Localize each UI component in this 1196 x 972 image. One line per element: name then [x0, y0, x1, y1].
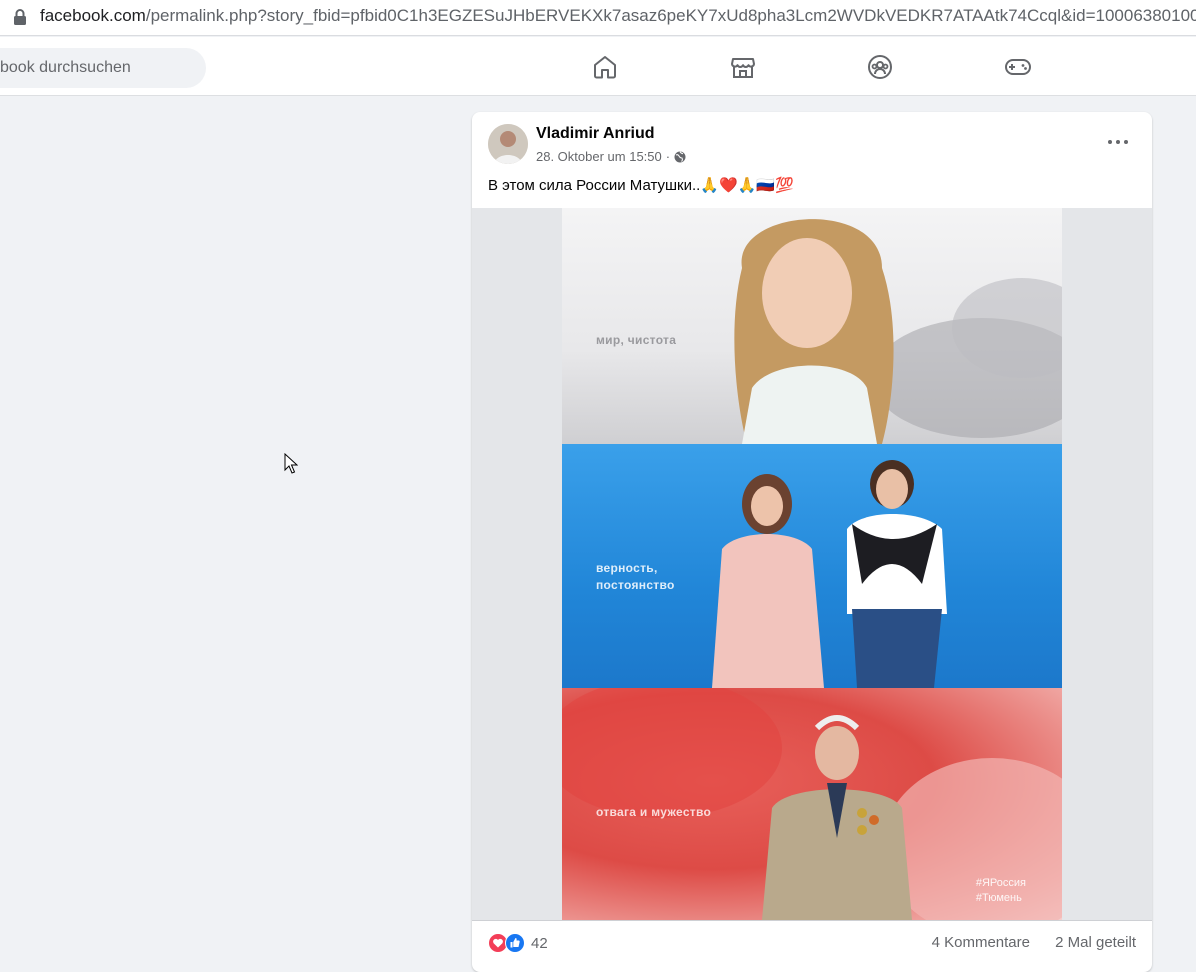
hashtag: #ЯРоссия: [975, 877, 1026, 889]
mouse-cursor-icon: [284, 453, 298, 474]
browser-url-bar[interactable]: facebook.com/permalink.php?story_fbid=pf…: [0, 0, 1196, 36]
url-host: facebook.com: [40, 6, 146, 25]
comments-count[interactable]: 4 Kommentare: [932, 934, 1030, 951]
post-text: В этом сила России Матушки..🙏❤️🙏🇷🇺💯: [488, 177, 794, 194]
home-icon[interactable]: [587, 49, 623, 85]
groups-icon[interactable]: [862, 49, 898, 85]
marketplace-icon[interactable]: [725, 49, 761, 85]
lock-icon: [14, 9, 26, 25]
globe-icon[interactable]: [674, 151, 686, 163]
image-panel-purity: мир, чистота: [562, 208, 1062, 444]
more-options-icon[interactable]: [1104, 132, 1132, 152]
reactions-summary[interactable]: 42: [488, 933, 548, 953]
meta-separator: ·: [665, 149, 671, 164]
author-avatar[interactable]: [488, 124, 528, 164]
post-image[interactable]: мир, чистота верность, постоянство отваг…: [562, 208, 1062, 920]
post-timestamp[interactable]: 28. Oktober um 15:50: [536, 149, 662, 164]
facebook-header: [0, 37, 1196, 96]
post-footer: 42 4 Kommentare 2 Mal geteilt: [472, 920, 1152, 965]
hashtag: #Тюмень: [975, 892, 1022, 904]
panel-label-loyalty: верность, постоянство: [596, 560, 675, 594]
image-panel-loyalty: верность, постоянство: [562, 444, 1062, 688]
panel-label-courage: отвага и мужество: [596, 805, 712, 819]
post-media[interactable]: мир, чистота верность, постоянство отваг…: [472, 208, 1152, 920]
reaction-count[interactable]: 42: [531, 935, 548, 952]
panel-label-loyalty-line2: постоянство: [596, 578, 675, 592]
like-reaction-icon: [505, 933, 525, 953]
url-path: /permalink.php?story_fbid=pfbid0C1h3EGZE…: [145, 6, 1196, 25]
panel-label-loyalty-line1: верность,: [596, 561, 658, 575]
post-card: Vladimir Anriud 28. Oktober um 15:50 · В…: [472, 112, 1152, 972]
gaming-icon[interactable]: [1000, 49, 1036, 85]
image-hashtags: #ЯРоссия #Тюмень: [976, 876, 1026, 906]
image-panel-courage: отвага и мужество #ЯРоссия #Тюмень: [562, 688, 1062, 920]
shares-count[interactable]: 2 Mal geteilt: [1055, 934, 1136, 951]
panel-label-purity: мир, чистота: [596, 333, 677, 347]
author-name[interactable]: Vladimir Anriud: [536, 125, 655, 143]
search-input[interactable]: [0, 48, 206, 88]
post-meta: 28. Oktober um 15:50 ·: [536, 149, 686, 164]
url-text[interactable]: facebook.com/permalink.php?story_fbid=pf…: [40, 5, 1196, 27]
